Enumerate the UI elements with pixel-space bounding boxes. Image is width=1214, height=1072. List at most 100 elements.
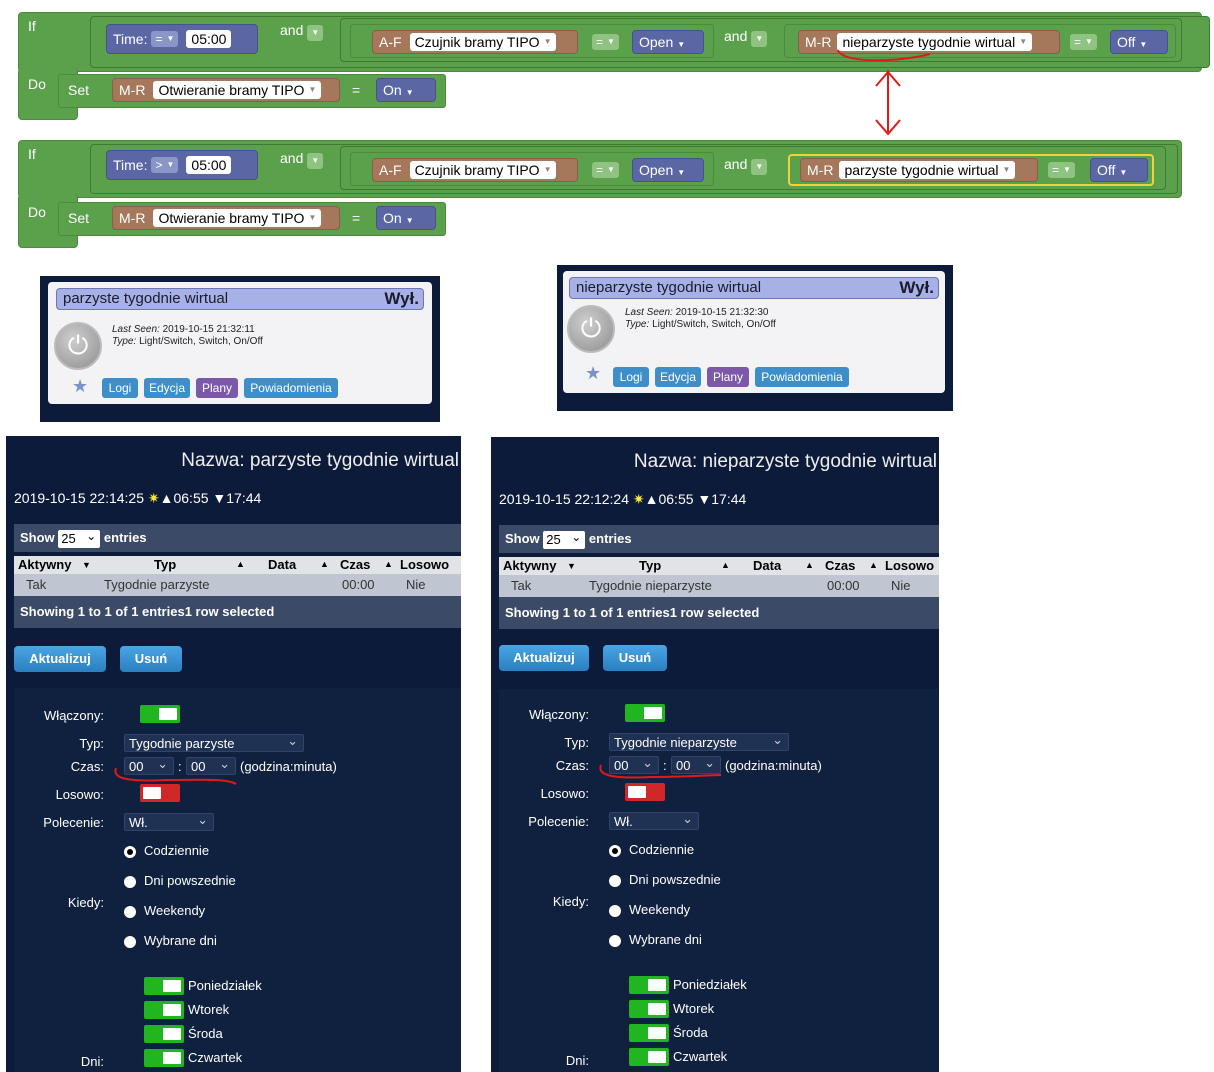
delete-button[interactable]: Usuń — [603, 645, 667, 671]
day-tuesday: Wtorek — [673, 1001, 715, 1016]
day-toggle-wednesday[interactable] — [144, 1025, 184, 1043]
entries-select[interactable]: 25 — [543, 528, 586, 549]
day-toggle-thursday[interactable] — [144, 1049, 184, 1067]
sensor-state-block[interactable]: Open ▼ — [632, 158, 704, 182]
col-active[interactable]: Aktywny — [503, 558, 556, 573]
switch-state-dropdown[interactable]: Off ▼ — [1097, 162, 1127, 178]
day-thursday: Czwartek — [673, 1049, 728, 1064]
sensor-operator-dropdown[interactable]: = ▼ — [592, 162, 619, 178]
time-condition[interactable]: Time: > ▼ 05:00 — [106, 150, 258, 180]
type-select[interactable]: Tygodnie parzyste — [124, 732, 304, 752]
enabled-toggle[interactable] — [625, 704, 665, 722]
radio-weekdays[interactable] — [124, 876, 136, 888]
radio-weekdays[interactable] — [609, 875, 621, 887]
table-row[interactable]: Tak Tygodnie parzyste 00:00 Nie — [14, 574, 461, 596]
plans-button[interactable]: Plany — [196, 378, 238, 398]
day-toggle-monday[interactable] — [144, 977, 184, 995]
col-time[interactable]: Czas — [825, 558, 855, 573]
col-time[interactable]: Czas — [340, 557, 370, 572]
command-select[interactable]: Wł. — [124, 811, 214, 831]
target-name-dropdown[interactable]: Otwieranie bramy TIPO ▼ — [153, 209, 322, 227]
timer-panel-1: Nazwa: parzyste tygodnie wirtual 2019-10… — [6, 436, 461, 1072]
random-toggle[interactable] — [625, 783, 665, 801]
time-value-field[interactable]: 05:00 — [186, 156, 232, 174]
notifications-button[interactable]: Powiadomienia — [244, 378, 338, 398]
and-operator-1[interactable]: and ▼ — [280, 150, 324, 169]
table-row[interactable]: Tak Tygodnie nieparzyste 00:00 Nie — [499, 575, 939, 597]
delete-button[interactable]: Usuń — [120, 646, 182, 672]
random-toggle[interactable] — [140, 784, 180, 802]
radio-daily[interactable] — [124, 846, 136, 858]
sensor-state-dropdown[interactable]: Open ▼ — [639, 162, 685, 178]
favorite-star-icon[interactable]: ★ — [72, 376, 88, 397]
switch-device-block[interactable]: M-R parzyste tygodnie wirtual ▼ — [800, 158, 1038, 182]
col-random[interactable]: Losowo — [400, 557, 449, 572]
radio-weekends[interactable] — [609, 905, 621, 917]
if-keyword: If — [28, 146, 36, 162]
days-label: Dni: — [565, 1053, 589, 1068]
notifications-button[interactable]: Powiadomienia — [755, 367, 849, 387]
switch-name-dropdown[interactable]: parzyste tygodnie wirtual ▼ — [839, 161, 1016, 179]
col-type[interactable]: Typ — [639, 558, 661, 573]
day-toggle-tuesday[interactable] — [144, 1001, 184, 1019]
update-button[interactable]: Aktualizuj — [499, 645, 589, 671]
day-toggle-tuesday[interactable] — [629, 1000, 669, 1018]
favorite-star-icon[interactable]: ★ — [585, 363, 601, 384]
cell-random: Nie — [406, 577, 426, 592]
col-type[interactable]: Typ — [154, 557, 176, 572]
sun-icon: ✷ — [632, 491, 645, 507]
col-date[interactable]: Data — [268, 557, 296, 572]
type-select[interactable]: Tygodnie nieparzyste — [609, 731, 789, 751]
day-toggle-wednesday[interactable] — [629, 1024, 669, 1042]
logs-button[interactable]: Logi — [102, 378, 138, 398]
cell-time: 00:00 — [827, 578, 860, 593]
time-operator-dropdown[interactable]: > ▼ — [151, 157, 179, 173]
device-meta: Last Seen: 2019-10-15 21:32:11 Type: Lig… — [112, 324, 263, 347]
device-card-wrap-2: nieparzyste tygodnie wirtual Wył. Last S… — [557, 265, 953, 411]
table-info: Showing 1 to 1 of 1 entries1 row selecte… — [14, 596, 461, 628]
target-prefix: M-R — [119, 210, 146, 226]
day-toggle-monday[interactable] — [629, 976, 669, 994]
option-weekdays: Dni powszednie — [144, 873, 236, 888]
target-device-block[interactable]: M-R Otwieranie bramy TIPO ▼ — [112, 206, 340, 230]
switch-operator-dropdown[interactable]: = ▼ — [1048, 162, 1075, 178]
enabled-label: Włączony: — [529, 707, 589, 722]
enabled-toggle[interactable] — [140, 705, 180, 723]
update-button[interactable]: Aktualizuj — [14, 646, 106, 672]
and-operator-2[interactable]: and ▼ — [724, 156, 768, 175]
option-selected-days: Wybrane dni — [144, 933, 217, 948]
switch-state-block[interactable]: Off ▼ — [1090, 158, 1148, 182]
when-label: Kiedy: — [67, 895, 104, 910]
col-random[interactable]: Losowo — [885, 558, 934, 573]
show-entries-bar: Show 25 entries — [14, 524, 461, 552]
sensor-prefix: A-F — [379, 162, 402, 178]
col-date[interactable]: Data — [753, 558, 781, 573]
enabled-label: Włączony: — [44, 708, 104, 723]
command-label: Polecenie: — [43, 815, 104, 830]
option-weekdays: Dni powszednie — [629, 872, 721, 887]
sensor-device-block[interactable]: A-F Czujnik bramy TIPO ▼ — [372, 158, 578, 182]
power-icon[interactable] — [54, 322, 102, 370]
radio-selected-days[interactable] — [124, 936, 136, 948]
target-state-block[interactable]: On ▼ — [376, 206, 436, 230]
entries-select[interactable]: 25 — [58, 527, 101, 548]
radio-selected-days[interactable] — [609, 935, 621, 947]
sensor-name-dropdown[interactable]: Czujnik bramy TIPO ▼ — [409, 161, 557, 179]
target-state-dropdown[interactable]: On ▼ — [383, 210, 414, 226]
edit-button[interactable]: Edycja — [655, 367, 701, 387]
device-card[interactable]: parzyste tygodnie wirtual Wył. Last Seen… — [48, 282, 432, 404]
radio-weekends[interactable] — [124, 906, 136, 918]
command-select[interactable]: Wł. — [609, 810, 699, 830]
cell-random: Nie — [891, 578, 911, 593]
device-card[interactable]: nieparzyste tygodnie wirtual Wył. Last S… — [563, 271, 945, 393]
edit-button[interactable]: Edycja — [144, 378, 190, 398]
logs-button[interactable]: Logi — [613, 367, 649, 387]
plans-button[interactable]: Plany — [707, 367, 749, 387]
day-monday: Poniedziałek — [673, 977, 747, 992]
radio-daily[interactable] — [609, 845, 621, 857]
option-weekends: Weekendy — [144, 903, 206, 918]
day-toggle-thursday[interactable] — [629, 1048, 669, 1066]
time-hint: (godzina:minuta) — [240, 759, 337, 774]
power-icon[interactable] — [567, 305, 615, 353]
col-active[interactable]: Aktywny — [18, 557, 71, 572]
